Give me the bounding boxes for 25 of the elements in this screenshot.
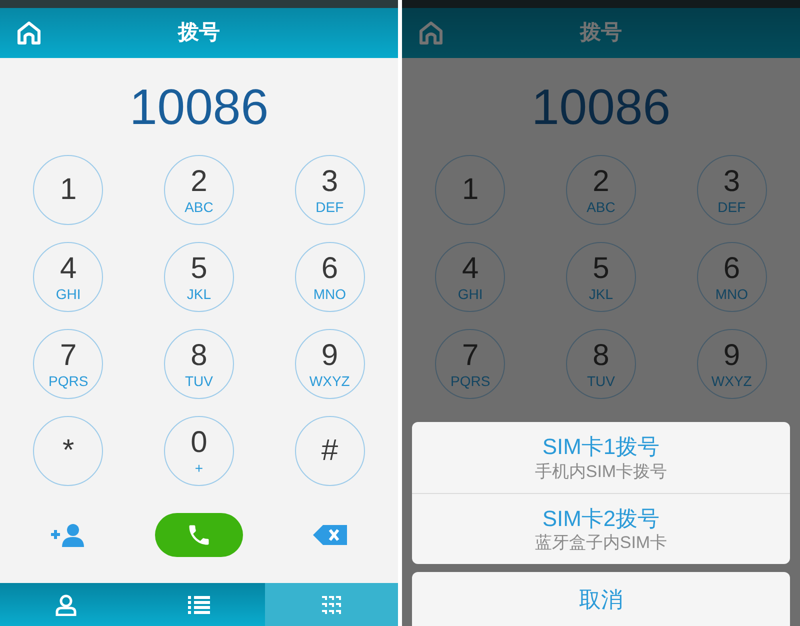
dial-key[interactable]: 8 TUV — [164, 329, 234, 399]
dial-key[interactable]: * — [33, 416, 104, 486]
dial-key[interactable]: 2 ABC — [164, 155, 234, 225]
backspace-icon[interactable] — [312, 522, 348, 546]
tab[interactable] — [265, 583, 398, 626]
person-icon — [55, 594, 78, 616]
screen-title: 拨号 — [578, 20, 623, 46]
dial-key[interactable]: 9 WXYZ — [294, 329, 365, 399]
dial-key[interactable]: 7 PQRS — [33, 329, 104, 399]
dialed-number: 10086 — [531, 82, 671, 132]
dial-key[interactable]: 4 GHI — [33, 242, 104, 312]
add-contact-icon[interactable] — [50, 522, 86, 546]
home-icon[interactable] — [418, 21, 444, 45]
list-icon — [188, 594, 210, 614]
dial-key[interactable]: # — [294, 416, 365, 486]
home-icon[interactable] — [16, 21, 42, 45]
screen-title: 拨号 — [176, 20, 221, 46]
keypad-icon — [320, 594, 343, 614]
dial-key[interactable]: 3 DEF — [294, 155, 365, 225]
dialed-number: 10086 — [129, 82, 269, 132]
dial-key[interactable]: 5 JKL — [164, 242, 234, 312]
dial-key[interactable]: 1 — [33, 155, 104, 225]
call-button[interactable] — [154, 512, 243, 556]
dial-key[interactable]: 0 + — [164, 416, 234, 486]
dial-key[interactable]: 6 MNO — [294, 242, 365, 312]
